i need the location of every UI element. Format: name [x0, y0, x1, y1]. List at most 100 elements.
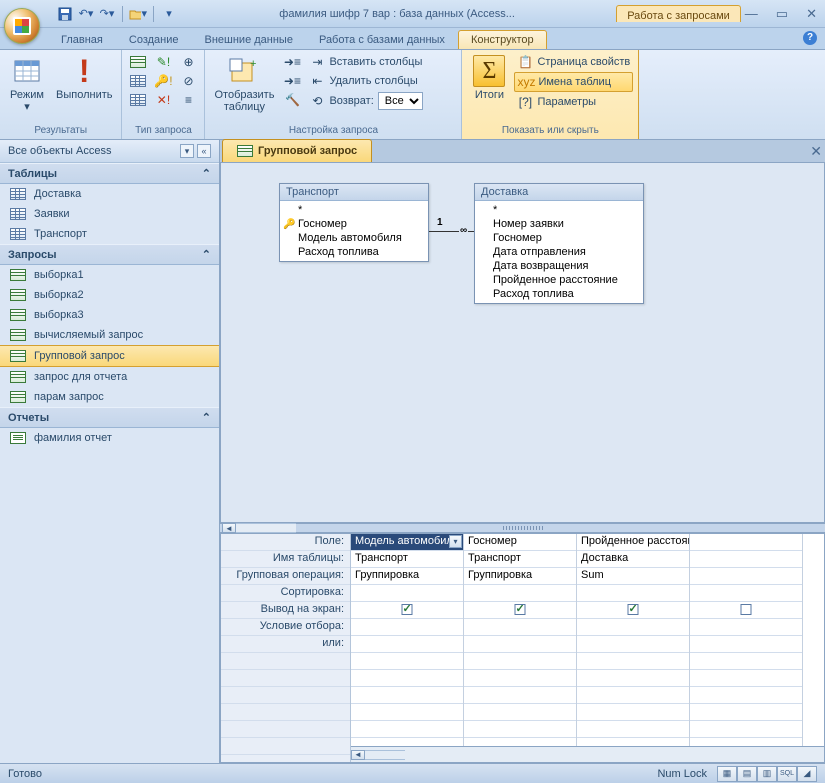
- qbe-cell[interactable]: [690, 619, 802, 636]
- delete-cols-button[interactable]: ⇤Удалить столбцы: [306, 72, 456, 90]
- table-field[interactable]: Модель автомобиля: [280, 231, 428, 245]
- nav-item[interactable]: Доставка: [0, 184, 219, 204]
- tab-external[interactable]: Внешние данные: [192, 30, 306, 49]
- nav-section-reports[interactable]: Отчеты⌃: [0, 407, 219, 428]
- checkbox[interactable]: [628, 604, 639, 615]
- save-icon[interactable]: [56, 5, 74, 23]
- checkbox[interactable]: [402, 604, 413, 615]
- run-button[interactable]: ! Выполнить: [52, 53, 116, 103]
- table-field[interactable]: *: [280, 203, 428, 217]
- qbe-cell[interactable]: [690, 568, 802, 585]
- union-query-icon[interactable]: ⊕: [177, 53, 199, 71]
- return-select[interactable]: Все: [378, 92, 423, 110]
- datadef-query-icon[interactable]: ≡: [177, 91, 199, 109]
- maketable-query-icon[interactable]: [127, 91, 149, 109]
- qbe-cell[interactable]: [351, 585, 463, 602]
- tab-home[interactable]: Главная: [48, 30, 116, 49]
- qbe-cell[interactable]: [464, 602, 576, 619]
- nav-section-tables[interactable]: Таблицы⌃: [0, 163, 219, 184]
- qbe-cell[interactable]: Группировка: [351, 568, 463, 585]
- doc-close-button[interactable]: ✕: [810, 143, 822, 160]
- insert-rows-button[interactable]: ➜≡: [281, 53, 303, 71]
- table-field[interactable]: Госномер: [475, 231, 643, 245]
- update-query-icon[interactable]: 🔑!: [152, 72, 174, 90]
- doc-tab[interactable]: Групповой запрос: [222, 139, 372, 162]
- qbe-cell[interactable]: [577, 585, 689, 602]
- close-button[interactable]: ✕: [802, 4, 821, 24]
- design-surface[interactable]: Транспорт *🔑ГосномерМодель автомобиляРас…: [220, 162, 825, 523]
- table-box-delivery[interactable]: Доставка *Номер заявкиГосномерДата отпра…: [474, 183, 644, 304]
- qbe-cell[interactable]: [351, 636, 463, 653]
- qbe-cell[interactable]: [690, 602, 802, 619]
- delete-rows-button[interactable]: ➜≡: [281, 72, 303, 90]
- qbe-cell[interactable]: Sum: [577, 568, 689, 585]
- nav-item[interactable]: Групповой запрос: [0, 345, 219, 367]
- open-icon[interactable]: ▾: [129, 5, 147, 23]
- help-icon[interactable]: ?: [803, 31, 817, 45]
- table-field[interactable]: Расход топлива: [280, 245, 428, 259]
- nav-item[interactable]: парам запрос: [0, 387, 219, 407]
- tab-dbtools[interactable]: Работа с базами данных: [306, 30, 458, 49]
- table-field[interactable]: Номер заявки: [475, 217, 643, 231]
- table-field[interactable]: Дата отправления: [475, 245, 643, 259]
- qbe-cell[interactable]: [464, 585, 576, 602]
- view-pivot-icon[interactable]: ▤: [737, 766, 757, 782]
- qbe-cell[interactable]: Транспорт: [351, 551, 463, 568]
- qbe-scroll-left-icon[interactable]: ◄: [351, 750, 365, 760]
- maximize-button[interactable]: ▭: [772, 4, 792, 24]
- qbe-cell[interactable]: [690, 551, 802, 568]
- nav-section-queries[interactable]: Запросы⌃: [0, 244, 219, 265]
- view-datasheet-icon[interactable]: ▦: [717, 766, 737, 782]
- nav-header[interactable]: Все объекты Access ▾ «: [0, 140, 219, 163]
- qbe-cell[interactable]: [690, 636, 802, 653]
- checkbox[interactable]: [515, 604, 526, 615]
- passthrough-query-icon[interactable]: ⊘: [177, 72, 199, 90]
- tab-create[interactable]: Создание: [116, 30, 192, 49]
- qat-customize-icon[interactable]: ▾: [160, 5, 178, 23]
- view-sql-icon[interactable]: SQL: [777, 766, 797, 782]
- view-chart-icon[interactable]: ▥: [757, 766, 777, 782]
- nav-item[interactable]: Транспорт: [0, 224, 219, 244]
- nav-item[interactable]: выборка2: [0, 285, 219, 305]
- qbe-cell[interactable]: [464, 636, 576, 653]
- qbe-cell[interactable]: [351, 619, 463, 636]
- view-design-icon[interactable]: ◢: [797, 766, 817, 782]
- qbe-cell[interactable]: [577, 636, 689, 653]
- nav-item[interactable]: вычисляемый запрос: [0, 325, 219, 345]
- scroll-left-icon[interactable]: ◄: [222, 523, 236, 533]
- table-field[interactable]: Пройденное расстояние: [475, 273, 643, 287]
- minimize-button[interactable]: —: [741, 4, 762, 24]
- append-query-icon[interactable]: ✎!: [152, 53, 174, 71]
- table-field[interactable]: 🔑Госномер: [280, 217, 428, 231]
- nav-item[interactable]: фамилия отчет: [0, 428, 219, 448]
- parameters-button[interactable]: [?]Параметры: [514, 93, 633, 111]
- dropdown-icon[interactable]: ▾: [449, 535, 462, 548]
- nav-menu-icon[interactable]: ▾: [180, 144, 194, 158]
- redo-icon[interactable]: ↷▾: [98, 5, 116, 23]
- return-setting[interactable]: ⟲Возврат: Все: [306, 91, 456, 111]
- view-button[interactable]: Режим▾: [5, 53, 49, 115]
- nav-item[interactable]: выборка1: [0, 265, 219, 285]
- qbe-cell[interactable]: Госномер: [464, 534, 576, 551]
- qbe-column[interactable]: Пройденное расстояниеДоставкаSum: [577, 534, 690, 755]
- table-field[interactable]: Дата возвращения: [475, 259, 643, 273]
- qbe-cell[interactable]: [464, 619, 576, 636]
- splitter[interactable]: ◄: [220, 523, 825, 533]
- qbe-cell[interactable]: Группировка: [464, 568, 576, 585]
- qbe-column[interactable]: Модель автомобиля▾ТранспортГруппировка: [351, 534, 464, 755]
- qbe-cell[interactable]: Модель автомобиля▾: [351, 534, 463, 551]
- select-query-icon[interactable]: [127, 53, 149, 71]
- delete-query-icon[interactable]: ✕!: [152, 91, 174, 109]
- qbe-cell[interactable]: Доставка: [577, 551, 689, 568]
- nav-item[interactable]: Заявки: [0, 204, 219, 224]
- builder-button[interactable]: 🔨: [281, 91, 303, 109]
- show-table-button[interactable]: + Отобразить таблицу: [210, 53, 278, 115]
- qbe-cell[interactable]: Пройденное расстояние: [577, 534, 689, 551]
- qbe-cell[interactable]: [351, 602, 463, 619]
- qbe-cell[interactable]: [690, 534, 802, 551]
- tab-design[interactable]: Конструктор: [458, 30, 547, 49]
- nav-item[interactable]: выборка3: [0, 305, 219, 325]
- table-field[interactable]: *: [475, 203, 643, 217]
- qbe-cell[interactable]: [577, 602, 689, 619]
- property-sheet-button[interactable]: 📋Страница свойств: [514, 53, 633, 71]
